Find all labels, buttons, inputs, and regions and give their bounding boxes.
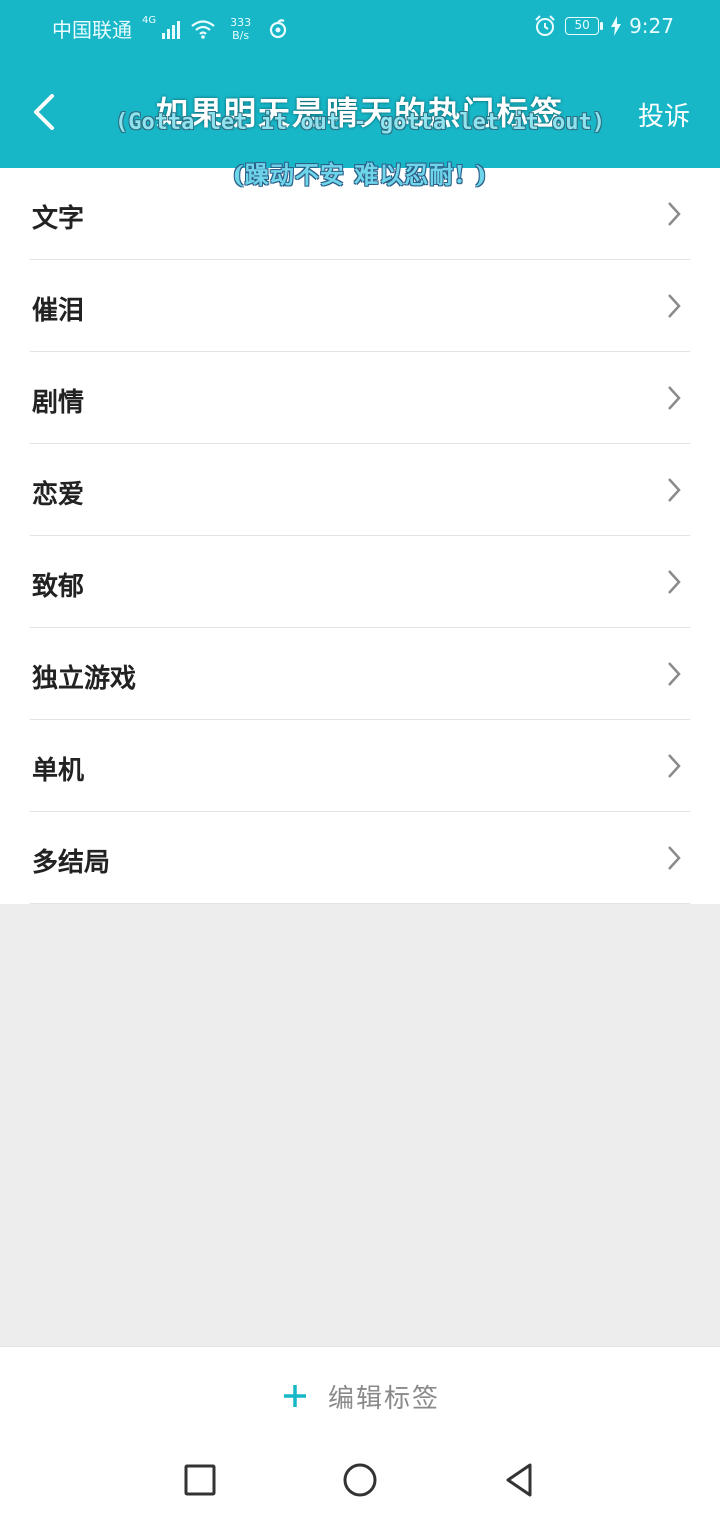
speed-value: 333: [230, 15, 252, 29]
tag-label: 独立游戏: [32, 664, 137, 694]
tag-row[interactable]: 恋爱: [30, 444, 690, 536]
recent-apps-icon[interactable]: [180, 1460, 220, 1500]
speed-unit: B/s: [232, 28, 250, 42]
network-speed: 333 B/s: [230, 16, 251, 42]
music-app-icon: [270, 18, 287, 38]
carrier-label: 中国联通: [52, 18, 132, 42]
tag-label: 恋爱: [32, 480, 85, 510]
tag-label: 多结局: [32, 848, 111, 878]
status-bar: 中国联通 4G 333 B/s 50 9:27: [0, 0, 720, 60]
tag-row[interactable]: 单机: [30, 720, 690, 812]
network-type: 4G: [142, 15, 157, 26]
edit-tags-button[interactable]: 编辑标签: [282, 1376, 440, 1416]
chevron-right-icon: [668, 478, 681, 502]
battery-level: 50: [565, 17, 600, 35]
tag-row[interactable]: 独立游戏: [30, 628, 690, 720]
wifi-icon: [191, 19, 215, 39]
charging-icon: [611, 16, 622, 36]
battery-indicator: 50: [565, 17, 604, 35]
tag-label: 剧情: [32, 388, 85, 418]
tag-label: 致郁: [32, 572, 85, 602]
tag-label: 催泪: [32, 296, 85, 326]
chevron-right-icon: [668, 202, 681, 226]
tag-row[interactable]: 致郁: [30, 536, 690, 628]
tag-row[interactable]: 催泪: [30, 260, 690, 352]
alarm-icon: [535, 15, 555, 36]
plus-icon: [284, 1385, 306, 1407]
lyric-overlay-line1: (Gotta let it out - gotta let it out): [114, 110, 606, 135]
lyric-overlay-line2: (躁动不安 难以忍耐! ): [232, 160, 488, 189]
tag-label: 单机: [32, 756, 85, 786]
tag-label: 文字: [32, 204, 85, 234]
chevron-right-icon: [668, 662, 681, 686]
chevron-right-icon: [668, 294, 681, 318]
chevron-right-icon: [668, 570, 681, 594]
home-icon[interactable]: [340, 1460, 380, 1500]
tag-row[interactable]: 多结局: [30, 812, 690, 904]
battery-tip: [600, 22, 604, 30]
back-triangle-icon[interactable]: [500, 1460, 540, 1500]
chevron-right-icon: [668, 754, 681, 778]
signal-icon: [162, 20, 181, 39]
tag-row[interactable]: 剧情: [30, 352, 690, 444]
tag-list: 文字 催泪 剧情 恋爱 致郁 独立游戏 单机 多结局: [0, 168, 720, 904]
chevron-right-icon: [668, 386, 681, 410]
chevron-right-icon: [668, 846, 681, 870]
clock: 9:27: [629, 14, 674, 38]
edit-tags-label: 编辑标签: [328, 1383, 441, 1414]
